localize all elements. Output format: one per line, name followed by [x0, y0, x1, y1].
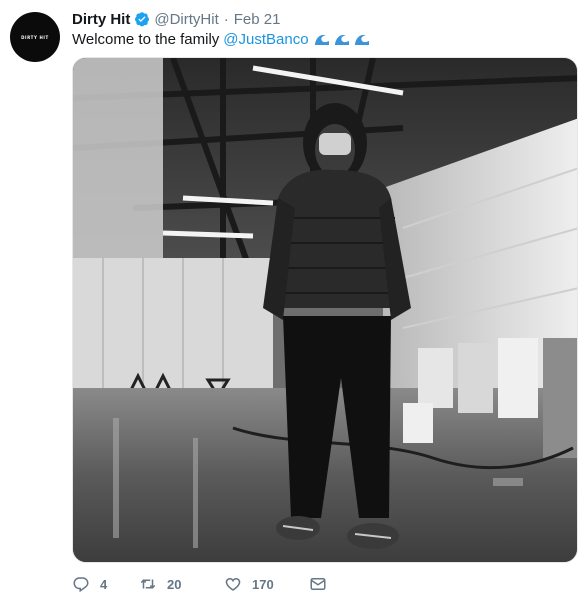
retweet-count: 20	[167, 576, 182, 592]
author-name[interactable]: Dirty Hit	[72, 11, 130, 28]
verified-badge-icon	[135, 12, 150, 27]
tweet-photo[interactable]	[72, 57, 578, 563]
retweet-icon	[140, 579, 156, 589]
wave-emoji-icon	[354, 34, 369, 45]
photo-illustration	[73, 58, 577, 562]
tweet-card[interactable]: DIRTY HIT Dirty Hit @DirtyHit · Feb 21 W…	[0, 0, 588, 605]
tweet-header: Dirty Hit @DirtyHit · Feb 21	[72, 8, 578, 30]
tweet-text: Welcome to the family @JustBanco	[72, 28, 578, 50]
reply-count: 4	[100, 576, 108, 592]
mention-link[interactable]: @JustBanco	[223, 31, 308, 48]
heart-icon	[225, 577, 241, 591]
wave-emoji-icon	[334, 34, 349, 45]
reply-button[interactable]: 4	[72, 575, 114, 593]
direct-message-button[interactable]	[309, 575, 339, 593]
author-handle[interactable]: @DirtyHit	[154, 11, 218, 28]
tweet-timestamp[interactable]: Feb 21	[234, 11, 281, 28]
retweet-button[interactable]: 20	[139, 575, 224, 593]
reply-icon	[73, 577, 89, 593]
envelope-icon	[310, 578, 326, 590]
avatar-logo-text: DIRTY HIT	[21, 34, 49, 40]
separator-dot: ·	[223, 10, 229, 28]
avatar[interactable]: DIRTY HIT	[10, 12, 60, 62]
tweet-body-text: Welcome to the family	[72, 30, 220, 48]
wave-emoji-icon	[313, 31, 330, 47]
like-count: 170	[252, 576, 274, 592]
tweet-actions: 4 20 170	[72, 572, 339, 596]
like-button[interactable]: 170	[224, 575, 309, 593]
